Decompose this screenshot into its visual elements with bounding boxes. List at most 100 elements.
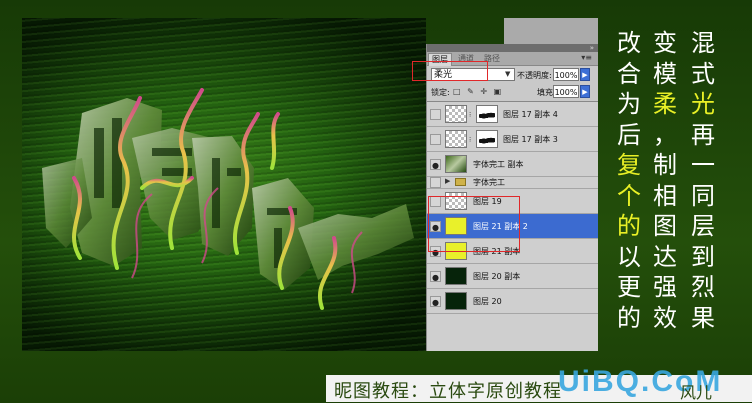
text-char: 模 xyxy=(653,59,677,88)
text-char: 果 xyxy=(691,303,715,332)
text-char: 到 xyxy=(691,242,715,271)
text-char: 改 xyxy=(617,29,641,57)
blend-row: 柔光 ▼ 不透明度: 100% ▶ xyxy=(427,66,598,84)
panel-title-bar[interactable]: » xyxy=(427,44,598,52)
layer-group-row[interactable]: ▶ 字体完工 xyxy=(427,177,598,189)
text-char: 烈 xyxy=(691,273,715,301)
layer-thumbnail xyxy=(445,292,467,310)
visibility-toggle[interactable] xyxy=(430,196,441,207)
text-char: 更 xyxy=(617,273,641,301)
eye-icon[interactable]: ● xyxy=(430,246,441,257)
layer-name: 图层 20 xyxy=(473,297,502,306)
folder-icon xyxy=(455,178,466,186)
text-char: 层 xyxy=(691,212,715,240)
opacity-slider-button[interactable]: ▶ xyxy=(580,68,590,81)
vertical-text-block: 改 合 为 后 复 个 的 以 更 的 变 模 柔 ， 制 相 图 达 强 效 … xyxy=(612,28,752,373)
eye-icon[interactable]: ● xyxy=(430,221,441,232)
tab-paths[interactable]: 路径 xyxy=(481,53,503,65)
lock-icons[interactable]: □ ✎ ✛ ▣ xyxy=(453,87,503,96)
caption-text: 昵图教程：立体字原创教程 xyxy=(334,381,562,402)
lock-label: 锁定: xyxy=(431,88,450,97)
layer-row[interactable]: 图层 19 xyxy=(427,189,598,214)
text-char-highlight: 个 xyxy=(617,181,641,210)
text-char-highlight: 柔 xyxy=(653,90,677,118)
visibility-toggle[interactable] xyxy=(430,134,441,145)
blend-mode-select[interactable]: 柔光 xyxy=(431,68,515,81)
layer-thumbnail xyxy=(445,217,467,235)
text-char: 图 xyxy=(653,212,677,240)
visibility-toggle[interactable] xyxy=(430,177,441,188)
text-char: 一 xyxy=(691,151,715,179)
layers-panel: » 图层 通道 路径 ▾≡ 柔光 ▼ 不透明度: 100% ▶ 锁定: □ ✎ … xyxy=(426,44,598,351)
chevron-down-icon[interactable]: ▼ xyxy=(505,70,510,78)
layer-thumbnail xyxy=(445,130,467,148)
opacity-input[interactable]: 100% xyxy=(553,68,579,81)
workspace-strip xyxy=(504,18,598,44)
text-char-highlight: 光 xyxy=(691,90,715,118)
text-char: 同 xyxy=(691,181,715,210)
layer-thumbnail xyxy=(445,267,467,285)
blend-mode-value: 柔光 xyxy=(434,70,453,80)
tab-channels[interactable]: 通道 xyxy=(455,53,477,65)
layer-row[interactable]: ⁝ 图层 17 副本 4 xyxy=(427,102,598,127)
layer-name: 图层 19 xyxy=(473,197,502,206)
text-char: 达 xyxy=(653,242,677,271)
collapse-icon[interactable]: » xyxy=(590,44,594,52)
layer-name: 图层 20 副本 xyxy=(473,272,521,281)
layer-row[interactable]: ● 图层 20 xyxy=(427,289,598,314)
text-char: 混 xyxy=(691,29,715,57)
artwork-canvas xyxy=(22,18,426,351)
layer-name: 图层 21 副本 2 xyxy=(473,222,528,231)
text-char: 再 xyxy=(691,120,715,149)
expand-triangle-icon[interactable]: ▶ xyxy=(445,177,450,185)
layer-name: 图层 21 副本 xyxy=(473,247,521,256)
text-column-right: 混 式 光 再 一 同 层 到 烈 果 xyxy=(686,28,720,333)
link-icon: ⁝ xyxy=(469,111,472,119)
layer-name: 图层 17 副本 4 xyxy=(503,110,558,119)
layer-thumbnail xyxy=(445,242,467,260)
text-char: 为 xyxy=(617,90,641,118)
text-char: 的 xyxy=(617,303,641,332)
text-char: 效 xyxy=(653,303,677,332)
text-char: 合 xyxy=(617,59,641,88)
layer-row[interactable]: ● 字体完工 副本 xyxy=(427,152,598,177)
layer-mask-thumbnail[interactable] xyxy=(476,130,498,148)
text-char: 相 xyxy=(653,181,677,210)
layer-name: 字体完工 xyxy=(473,178,505,187)
author-name: 风儿 xyxy=(680,383,713,402)
text-char: ， xyxy=(653,120,677,149)
eye-icon[interactable]: ● xyxy=(430,159,441,170)
eye-icon[interactable]: ● xyxy=(430,296,441,307)
text-char: 制 xyxy=(653,151,677,179)
layer-row[interactable]: ● 图层 21 副本 xyxy=(427,239,598,264)
layer-row[interactable]: ● 图层 20 副本 xyxy=(427,264,598,289)
fill-input[interactable]: 100% xyxy=(553,85,579,98)
layer-thumbnail xyxy=(445,192,467,210)
visibility-toggle[interactable] xyxy=(430,109,441,120)
panel-tabs: 图层 通道 路径 ▾≡ xyxy=(427,52,598,66)
panel-menu-icon[interactable]: ▾≡ xyxy=(581,53,592,62)
layer-row[interactable]: ⁝ 图层 17 副本 3 xyxy=(427,127,598,152)
opacity-label: 不透明度: xyxy=(517,71,552,80)
layer-name: 图层 17 副本 3 xyxy=(503,135,558,144)
text-char-highlight: 复 xyxy=(617,151,641,179)
lock-row: 锁定: □ ✎ ✛ ▣ 填充: 100% ▶ xyxy=(427,85,598,100)
text-char: 后 xyxy=(617,120,641,149)
text-char-highlight: 的 xyxy=(617,212,641,240)
3d-text-artwork xyxy=(42,88,414,310)
eye-icon[interactable]: ● xyxy=(430,271,441,282)
text-char: 式 xyxy=(691,59,715,88)
tab-layers[interactable]: 图层 xyxy=(428,53,452,66)
layer-list: ⁝ 图层 17 副本 4 ⁝ 图层 17 副本 3 ● 字体完工 副本 ▶ 字体… xyxy=(427,101,598,351)
text-char: 变 xyxy=(653,29,677,57)
text-char: 强 xyxy=(653,273,677,301)
text-char: 以 xyxy=(617,242,641,271)
layer-row-selected[interactable]: ● 图层 21 副本 2 xyxy=(427,214,598,239)
layer-name: 字体完工 副本 xyxy=(473,160,524,169)
layer-mask-thumbnail[interactable] xyxy=(476,105,498,123)
layer-thumbnail xyxy=(445,105,467,123)
fill-slider-button[interactable]: ▶ xyxy=(580,85,590,98)
layer-thumbnail xyxy=(445,155,467,173)
link-icon: ⁝ xyxy=(469,136,472,144)
text-column-middle: 变 模 柔 ， 制 相 图 达 强 效 xyxy=(648,28,682,333)
